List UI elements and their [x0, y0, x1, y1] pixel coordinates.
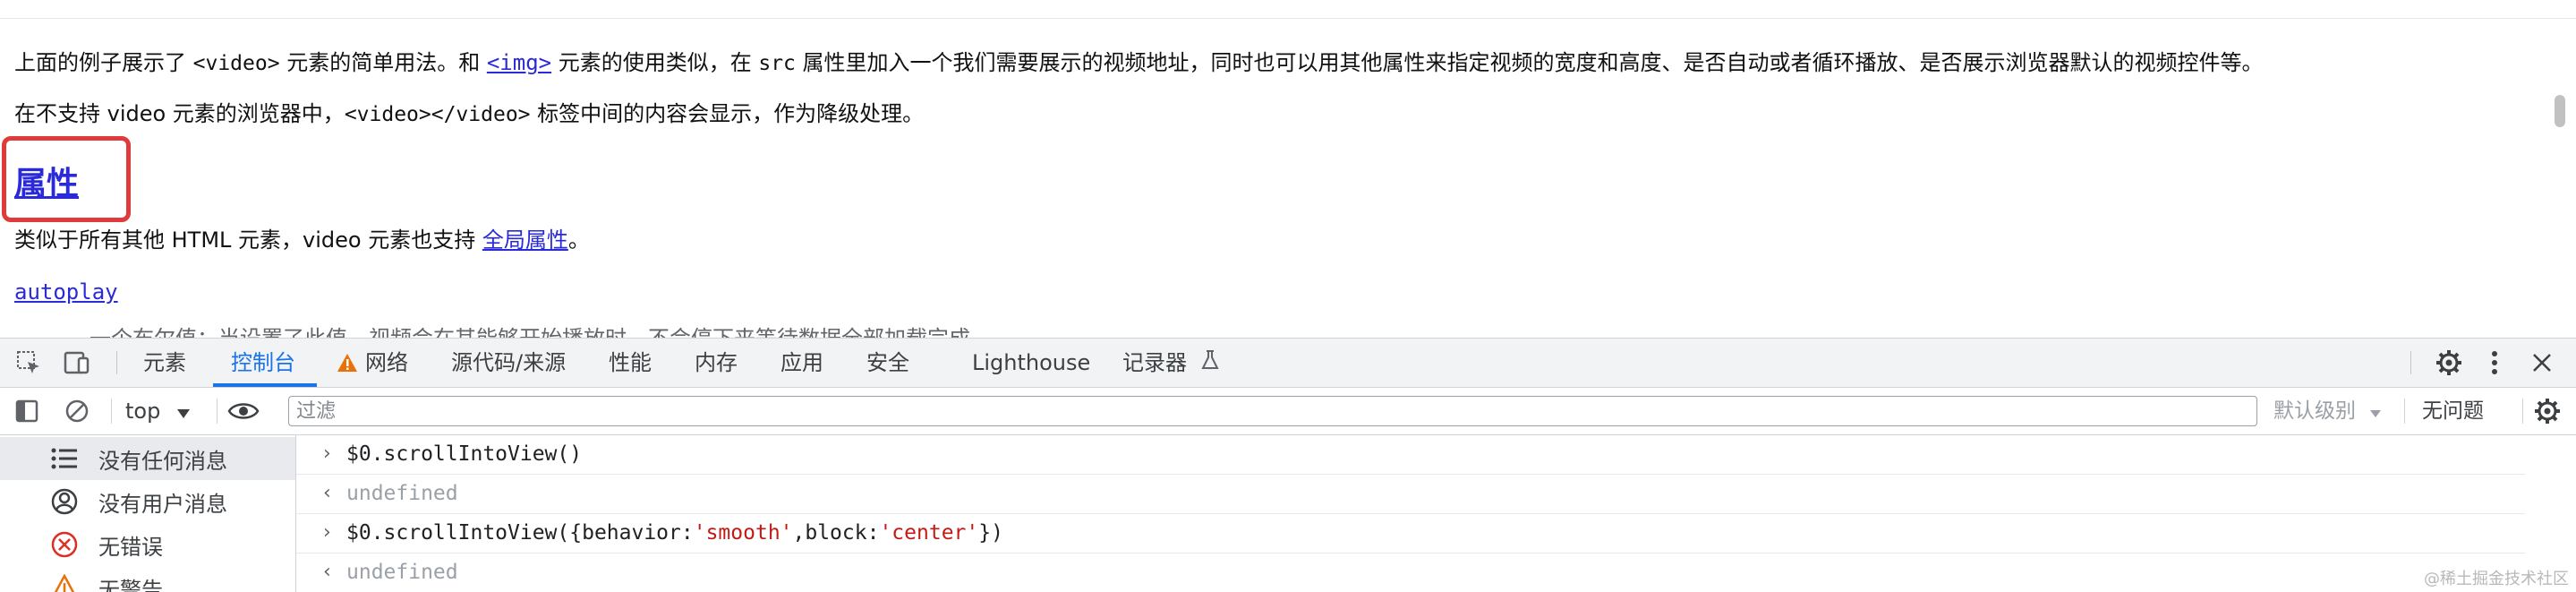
img-link[interactable]: <img>: [487, 50, 551, 75]
tab-network[interactable]: 网络: [365, 339, 408, 387]
paragraph-fallback: 在不支持 video 元素的浏览器中，<video></video> 标签中间的…: [14, 99, 924, 129]
console-result-text: undefined: [346, 561, 458, 584]
text-segment: 。: [568, 227, 590, 253]
result-arrow-icon: ‹: [323, 561, 331, 583]
tab-security[interactable]: 安全: [866, 339, 909, 387]
tab-recorder-label: 记录器: [1122, 350, 1187, 375]
text-segment: 类似于所有其他 HTML 元素，video 元素也支持: [14, 227, 482, 253]
sidebar-item-label: 无警告: [98, 572, 163, 592]
sidebar-item-user-messages[interactable]: 没有用户消息: [0, 480, 295, 523]
sidebar-item-warnings[interactable]: 无警告: [0, 566, 295, 592]
triangle-down-icon: [176, 389, 191, 435]
tab-performance[interactable]: 性能: [609, 339, 652, 387]
sidebar-toggle-icon[interactable]: [11, 388, 43, 434]
sidebar-item-label: 没有用户消息: [98, 486, 227, 518]
tabbar-divider: [116, 351, 117, 374]
network-warning-icon: [337, 353, 358, 376]
filter-box: [288, 396, 2257, 426]
tab-console[interactable]: 控制台: [231, 339, 295, 387]
log-level-selector[interactable]: 默认级别: [2273, 388, 2382, 434]
tab-elements[interactable]: 元素: [143, 339, 186, 387]
console-input-line[interactable]: › $0.scrollIntoView(): [296, 435, 2525, 475]
tab-memory[interactable]: 内存: [695, 339, 738, 387]
sidebar-item-errors[interactable]: 无错误: [0, 523, 295, 566]
sidebar-item-label: 无错误: [98, 529, 163, 561]
console-output: › $0.scrollIntoView() ‹ undefined › $0.s…: [296, 435, 2576, 592]
page-content: 上面的例子展示了 <video> 元素的简单用法。和 <img> 元素的使用类似…: [0, 0, 2576, 338]
toolbar-divider: [2404, 399, 2405, 424]
console-input-text: $0.scrollIntoView({behavior:'smooth',blo…: [346, 521, 1003, 545]
issues-counter[interactable]: 无问题: [2422, 388, 2484, 434]
filter-input[interactable]: [289, 397, 2256, 425]
toolbar-divider: [217, 399, 218, 424]
paragraph-global-attributes: 类似于所有其他 HTML 元素，video 元素也支持 全局属性。: [14, 226, 590, 254]
console-input-text: $0.scrollIntoView(): [346, 442, 582, 466]
live-expression-eye-icon[interactable]: [224, 388, 263, 434]
tab-lighthouse[interactable]: Lighthouse: [972, 339, 1090, 387]
string-literal: 'center': [879, 521, 978, 545]
global-attributes-link[interactable]: 全局属性: [482, 227, 568, 253]
tab-recorder[interactable]: 记录器: [1122, 339, 1219, 387]
context-value: top: [125, 399, 160, 424]
console-input-line[interactable]: › $0.scrollIntoView({behavior:'smooth',b…: [296, 514, 2525, 553]
active-tab-indicator: [213, 383, 317, 387]
sidebar-item-all-messages[interactable]: 没有任何消息: [0, 437, 295, 480]
context-selector[interactable]: top: [125, 388, 191, 434]
console-sidebar: 没有任何消息 没有用户消息 无错误 无警告: [0, 435, 296, 592]
list-icon: [47, 441, 82, 476]
more-options-icon[interactable]: [2481, 339, 2508, 387]
video-close-tag-code: <video></video>: [345, 103, 531, 126]
console-result-text: undefined: [346, 482, 458, 505]
clear-console-icon[interactable]: [61, 388, 93, 434]
log-level-value: 默认级别: [2273, 399, 2356, 423]
page-scrollbar-thumb[interactable]: [2555, 95, 2565, 127]
settings-gear-icon[interactable]: [2433, 339, 2465, 387]
flask-icon: [1201, 339, 1219, 388]
top-divider: [0, 18, 2576, 19]
tabbar-divider: [2410, 351, 2411, 374]
close-devtools-icon[interactable]: [2526, 339, 2558, 387]
console-settings-gear-icon[interactable]: [2529, 388, 2565, 434]
devtools-panel: 元素 控制台 网络 源代码/来源 性能 内存 应用 安全 Lighthouse …: [0, 338, 2576, 592]
autoplay-description: 一个布尔值；当设置了此值，视频会在其能够开始播放时，不会停下来等待数据全部加载完…: [90, 324, 992, 338]
result-arrow-icon: ‹: [323, 482, 331, 504]
video-tag-code: <video>: [193, 52, 280, 75]
chevron-right-icon: ›: [323, 442, 331, 465]
toolbar-divider: [2522, 399, 2523, 424]
text-segment: 属性里加入一个我们需要展示的视频地址，同时也可以用其他属性来指定视频的宽度和高度…: [796, 50, 2264, 75]
user-icon: [47, 484, 82, 519]
text-segment: 在不支持 video 元素的浏览器中，: [14, 101, 345, 126]
error-icon: [47, 527, 82, 562]
tab-application[interactable]: 应用: [780, 339, 823, 387]
console-toolbar: top 默认级别 无问题: [0, 388, 2576, 435]
device-toolbar-icon[interactable]: [61, 339, 93, 387]
code-segment: }): [978, 521, 1003, 545]
autoplay-link[interactable]: autoplay: [14, 279, 118, 305]
text-segment: 元素的简单用法。和: [280, 50, 487, 75]
tab-sources[interactable]: 源代码/来源: [451, 339, 566, 387]
devtools-tabbar: 元素 控制台 网络 源代码/来源 性能 内存 应用 安全 Lighthouse …: [0, 339, 2576, 388]
toolbar-divider: [111, 399, 112, 424]
code-segment: $0.scrollIntoView({behavior:: [346, 521, 694, 545]
string-literal: 'smooth': [694, 521, 793, 545]
chevron-right-icon: ›: [323, 521, 331, 544]
text-segment: 标签中间的内容会显示，作为降级处理。: [531, 101, 925, 126]
inspect-element-icon[interactable]: [13, 339, 45, 387]
console-result-line: ‹ undefined: [296, 475, 2525, 514]
paragraph-video-usage: 上面的例子展示了 <video> 元素的简单用法。和 <img> 元素的使用类似…: [14, 48, 2264, 78]
code-segment: ,block:: [793, 521, 880, 545]
text-segment: 上面的例子展示了: [14, 50, 193, 75]
sidebar-item-label: 没有任何消息: [98, 443, 227, 475]
src-code: src: [758, 52, 796, 75]
warning-icon: [47, 570, 82, 592]
text-segment: 元素的使用类似，在: [551, 50, 758, 75]
attributes-heading-link[interactable]: 属性: [14, 158, 79, 204]
watermark: @稀土掘金技术社区: [2424, 566, 2569, 589]
triangle-down-icon: [2369, 389, 2382, 435]
console-result-line: ‹ undefined: [296, 553, 2525, 592]
